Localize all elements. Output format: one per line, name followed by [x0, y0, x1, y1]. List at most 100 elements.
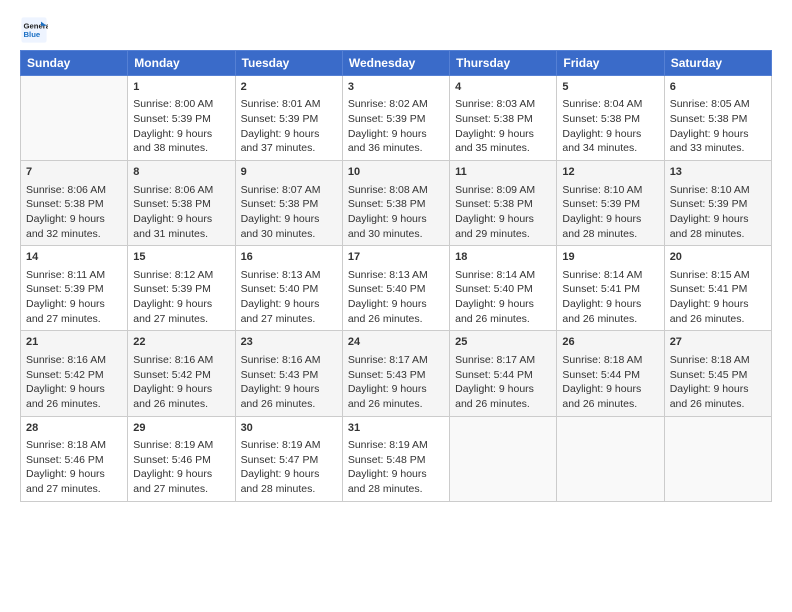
day-info: Sunset: 5:39 PM: [133, 282, 229, 297]
day-info: Sunset: 5:38 PM: [455, 197, 551, 212]
day-info: and 33 minutes.: [670, 141, 766, 156]
day-info: and 27 minutes.: [133, 312, 229, 327]
calendar-cell: 28Sunrise: 8:18 AMSunset: 5:46 PMDayligh…: [21, 416, 128, 501]
week-row-5: 28Sunrise: 8:18 AMSunset: 5:46 PMDayligh…: [21, 416, 772, 501]
day-number: 24: [348, 335, 444, 350]
day-number: 22: [133, 335, 229, 350]
calendar-table: SundayMondayTuesdayWednesdayThursdayFrid…: [20, 50, 772, 502]
day-info: and 28 minutes.: [562, 227, 658, 242]
day-info: Sunset: 5:39 PM: [133, 112, 229, 127]
day-info: and 27 minutes.: [241, 312, 337, 327]
calendar-cell: 20Sunrise: 8:15 AMSunset: 5:41 PMDayligh…: [664, 246, 771, 331]
calendar-cell: 13Sunrise: 8:10 AMSunset: 5:39 PMDayligh…: [664, 161, 771, 246]
day-info: Daylight: 9 hours: [241, 382, 337, 397]
calendar-cell: 4 Sunrise: 8:03 AMSunset: 5:38 PMDaylight…: [450, 76, 557, 161]
day-info: Daylight: 9 hours: [241, 127, 337, 142]
day-info: and 28 minutes.: [241, 482, 337, 497]
day-info: Sunset: 5:42 PM: [26, 368, 122, 383]
day-info: and 26 minutes.: [670, 312, 766, 327]
page: General Blue SundayMondayTuesdayWednesda…: [0, 0, 792, 612]
day-info: Sunset: 5:38 PM: [348, 197, 444, 212]
day-number: 15: [133, 250, 229, 265]
logo-icon: General Blue: [20, 16, 48, 44]
day-info: Sunrise: 8:15 AM: [670, 268, 766, 283]
day-info: Sunrise: 8:09 AM: [455, 183, 551, 198]
calendar-cell: 9Sunrise: 8:07 AMSunset: 5:38 PMDaylight…: [235, 161, 342, 246]
calendar-cell: 30Sunrise: 8:19 AMSunset: 5:47 PMDayligh…: [235, 416, 342, 501]
day-number: 3: [348, 80, 444, 95]
day-info: Sunrise: 8:17 AM: [455, 353, 551, 368]
day-number: 17: [348, 250, 444, 265]
day-info: Sunrise: 8:06 AM: [26, 183, 122, 198]
day-info: and 28 minutes.: [670, 227, 766, 242]
calendar-cell: 12Sunrise: 8:10 AMSunset: 5:39 PMDayligh…: [557, 161, 664, 246]
day-info: Sunrise: 8:17 AM: [348, 353, 444, 368]
calendar-body: 1Sunrise: 8:00 AMSunset: 5:39 PMDaylight…: [21, 76, 772, 502]
day-info: Sunrise: 8:12 AM: [133, 268, 229, 283]
day-number: 25: [455, 335, 551, 350]
day-number: 20: [670, 250, 766, 265]
day-info: Sunset: 5:38 PM: [26, 197, 122, 212]
header-friday: Friday: [557, 51, 664, 76]
header-tuesday: Tuesday: [235, 51, 342, 76]
day-info: and 28 minutes.: [348, 482, 444, 497]
day-number: 9: [241, 165, 337, 180]
day-info: and 26 minutes.: [670, 397, 766, 412]
day-info: and 26 minutes.: [241, 397, 337, 412]
day-info: Sunset: 5:43 PM: [241, 368, 337, 383]
week-row-1: 1Sunrise: 8:00 AMSunset: 5:39 PMDaylight…: [21, 76, 772, 161]
day-info: Sunrise: 8:10 AM: [670, 183, 766, 198]
day-info: Daylight: 9 hours: [241, 297, 337, 312]
day-info: and 29 minutes.: [455, 227, 551, 242]
day-info: Sunset: 5:41 PM: [562, 282, 658, 297]
day-info: Sunset: 5:44 PM: [455, 368, 551, 383]
day-info: Sunrise: 8:02 AM: [348, 97, 444, 112]
day-number: 16: [241, 250, 337, 265]
day-info: and 30 minutes.: [241, 227, 337, 242]
day-info: Sunset: 5:39 PM: [26, 282, 122, 297]
svg-text:General: General: [24, 22, 49, 31]
day-info: Sunrise: 8:03 AM: [455, 97, 551, 112]
week-row-3: 14Sunrise: 8:11 AMSunset: 5:39 PMDayligh…: [21, 246, 772, 331]
day-info: Sunset: 5:46 PM: [26, 453, 122, 468]
header: General Blue: [20, 16, 772, 44]
day-number: 26: [562, 335, 658, 350]
day-info: Sunrise: 8:19 AM: [348, 438, 444, 453]
day-info: Sunset: 5:43 PM: [348, 368, 444, 383]
day-info: Sunset: 5:38 PM: [670, 112, 766, 127]
day-info: Sunset: 5:39 PM: [241, 112, 337, 127]
day-info: Sunrise: 8:14 AM: [455, 268, 551, 283]
day-info: Daylight: 9 hours: [348, 382, 444, 397]
day-number: 30: [241, 421, 337, 436]
day-info: Sunset: 5:38 PM: [133, 197, 229, 212]
day-info: Sunset: 5:42 PM: [133, 368, 229, 383]
day-info: Sunset: 5:40 PM: [455, 282, 551, 297]
day-number: 31: [348, 421, 444, 436]
day-info: Sunrise: 8:06 AM: [133, 183, 229, 198]
day-info: and 34 minutes.: [562, 141, 658, 156]
day-info: Sunrise: 8:16 AM: [241, 353, 337, 368]
calendar-cell: 5Sunrise: 8:04 AMSunset: 5:38 PMDaylight…: [557, 76, 664, 161]
day-info: Sunset: 5:48 PM: [348, 453, 444, 468]
day-number: 13: [670, 165, 766, 180]
day-info: Daylight: 9 hours: [241, 467, 337, 482]
week-row-4: 21Sunrise: 8:16 AMSunset: 5:42 PMDayligh…: [21, 331, 772, 416]
day-info: Daylight: 9 hours: [455, 127, 551, 142]
day-info: Sunset: 5:39 PM: [348, 112, 444, 127]
day-info: Sunset: 5:38 PM: [455, 112, 551, 127]
day-number: 7: [26, 165, 122, 180]
day-info: Daylight: 9 hours: [670, 212, 766, 227]
day-info: Sunrise: 8:14 AM: [562, 268, 658, 283]
day-info: Sunset: 5:40 PM: [348, 282, 444, 297]
day-info: Sunrise: 8:18 AM: [562, 353, 658, 368]
day-number: 4: [455, 80, 551, 95]
day-info: and 27 minutes.: [133, 482, 229, 497]
calendar-cell: 17Sunrise: 8:13 AMSunset: 5:40 PMDayligh…: [342, 246, 449, 331]
day-info: and 26 minutes.: [348, 397, 444, 412]
day-info: Sunset: 5:44 PM: [562, 368, 658, 383]
calendar-cell: 23Sunrise: 8:16 AMSunset: 5:43 PMDayligh…: [235, 331, 342, 416]
day-info: Sunset: 5:45 PM: [670, 368, 766, 383]
day-number: 2: [241, 80, 337, 95]
day-info: Daylight: 9 hours: [455, 382, 551, 397]
calendar-cell: 14Sunrise: 8:11 AMSunset: 5:39 PMDayligh…: [21, 246, 128, 331]
